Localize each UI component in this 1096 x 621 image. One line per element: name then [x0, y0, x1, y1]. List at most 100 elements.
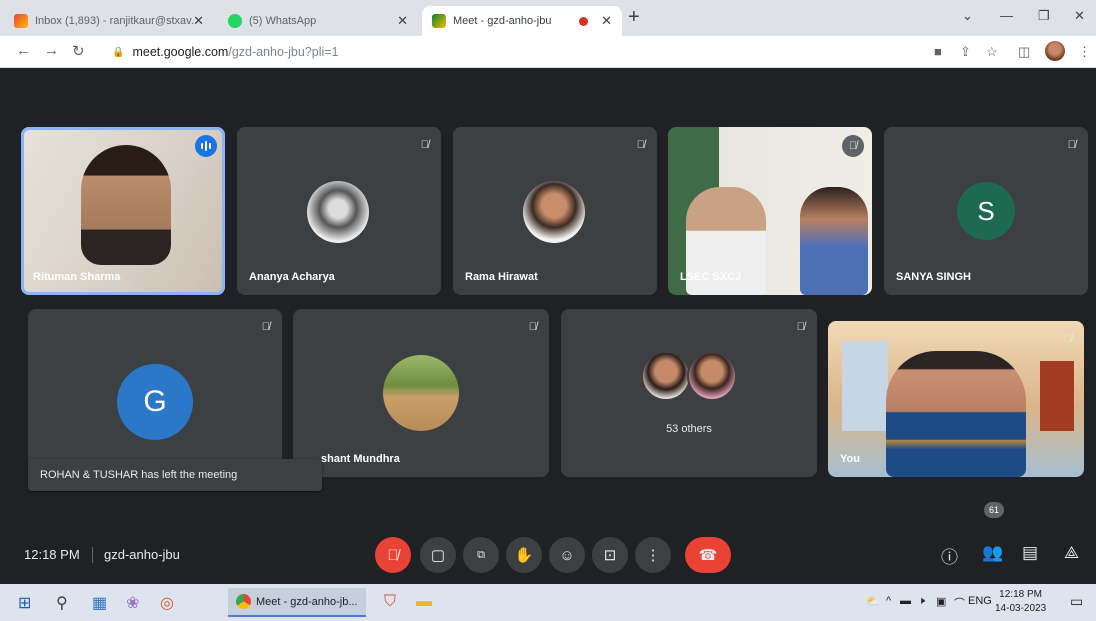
menu-icon[interactable]: ⋮ — [1078, 44, 1091, 60]
search-icon[interactable]: ⚲ — [56, 593, 68, 613]
browser-toolbar: ← → ↻ 🔒 meet.google.com /gzd-anho-jbu?pl… — [0, 36, 1096, 68]
close-icon[interactable]: ✕ — [397, 13, 408, 29]
mic-off-icon: 🎙̸ — [1063, 333, 1072, 345]
chevron-down-icon[interactable]: ⌄ — [962, 8, 973, 24]
windows-start-icon[interactable]: ⊞ — [18, 593, 31, 613]
taskbar-chrome-task[interactable]: Meet - gzd-anho-jb... — [228, 588, 366, 617]
address-bar[interactable]: 🔒 meet.google.com /gzd-anho-jbu?pli=1 — [112, 41, 922, 63]
side-panel-icon[interactable]: ◫ — [1018, 44, 1030, 60]
windows-taskbar: ⊞ ⚲ ▦ ❀ ◎ Meet - gzd-anho-jb... ⛉ ▬ ⛅ ^ … — [0, 584, 1096, 621]
brave-icon[interactable]: ⛉ — [384, 593, 396, 611]
meeting-time: 12:18 PM — [24, 547, 80, 562]
speaking-indicator-icon — [195, 135, 217, 157]
close-icon[interactable]: ✕ — [193, 13, 204, 29]
back-button[interactable]: ← — [16, 42, 31, 59]
minimize-button[interactable]: — — [1000, 8, 1013, 23]
self-view-tile[interactable]: 🎙̸ You — [828, 321, 1084, 477]
activities-icon[interactable]: ⟁ — [1064, 543, 1079, 563]
monitor-icon[interactable]: ▣ — [936, 595, 946, 608]
participant-tile[interactable]: G 🎙̸ — [28, 309, 282, 477]
info-icon[interactable]: ⓘ — [941, 543, 958, 568]
present-button[interactable]: ⊡ — [592, 537, 628, 573]
notifications-icon[interactable]: ▭ — [1070, 593, 1083, 610]
self-name-label: You — [840, 453, 860, 465]
app-icon[interactable]: ❀ — [126, 593, 139, 613]
people-icon[interactable]: 👥 — [982, 543, 1003, 563]
avatar: S — [957, 182, 1015, 240]
taskbar-task-label: Meet - gzd-anho-jb... — [256, 595, 358, 608]
window-in-video — [842, 341, 888, 431]
tab-gmail[interactable]: Inbox (1,893) - ranjitkaur@stxav... ✕ — [4, 6, 214, 36]
reactions-button[interactable]: ☺ — [549, 537, 585, 573]
participant-tile[interactable]: 🎙̸ LSEC SXCJ — [668, 127, 872, 295]
app-icon[interactable]: ◎ — [160, 593, 174, 613]
mic-off-icon: 🎙̸ — [261, 321, 270, 333]
raise-hand-button[interactable]: ✋ — [506, 537, 542, 573]
curtain-in-video — [1040, 361, 1074, 431]
tab-whatsapp-title: (5) WhatsApp — [249, 15, 317, 27]
more-vert-icon: ⋮ — [645, 547, 661, 564]
captions-icon: ⧉ — [477, 548, 485, 561]
screen: Inbox (1,893) - ranjitkaur@stxav... ✕ (5… — [0, 0, 1096, 621]
profile-avatar[interactable] — [1045, 41, 1065, 61]
camera-icon: ▢ — [430, 547, 446, 564]
avatar: G — [117, 364, 193, 440]
participant-video — [886, 351, 1026, 477]
calculator-icon[interactable]: ▦ — [92, 593, 107, 613]
participant-count-badge: 61 — [984, 502, 1004, 518]
participant-name: SANYA SINGH — [896, 271, 971, 283]
participant-tile[interactable]: Rituman Sharma — [21, 127, 225, 295]
avatar — [523, 181, 585, 243]
more-options-button[interactable]: ⋮ — [635, 537, 671, 573]
camera-toggle-button[interactable]: ▢ — [420, 537, 456, 573]
system-date: 14-03-2023 — [995, 603, 1047, 614]
mic-toggle-button[interactable]: 🎙̸ — [375, 537, 411, 573]
participant-tile[interactable]: 🎙̸ Ananya Acharya — [237, 127, 441, 295]
others-count-label: 53 others — [666, 423, 712, 435]
system-clock[interactable]: 12:18 PM 14-03-2023 — [995, 588, 1046, 616]
close-icon[interactable]: ✕ — [601, 13, 612, 29]
participant-name: Ananya Acharya — [249, 271, 335, 283]
volume-mute-icon[interactable]: 🕨 — [918, 595, 925, 608]
forward-button[interactable]: → — [44, 42, 59, 59]
file-explorer-icon[interactable]: ▬ — [416, 593, 432, 611]
avatar-initial: G — [143, 385, 167, 418]
mic-off-icon: 🎙̸ — [796, 321, 805, 333]
notification-toast: ROHAN & TUSHAR has left the meeting — [28, 459, 322, 491]
tab-whatsapp[interactable]: (5) WhatsApp ✕ — [218, 6, 418, 36]
chat-icon[interactable]: ▤ — [1022, 543, 1038, 563]
weather-icon[interactable]: ⛅ — [866, 595, 880, 608]
wifi-icon[interactable]: ⌒ — [954, 595, 965, 611]
battery-icon[interactable]: ▬ — [900, 595, 911, 607]
participant-tile[interactable]: 🎙̸ shant Mundhra — [293, 309, 549, 477]
mic-off-icon: 🎙̸ — [420, 139, 429, 151]
chevron-up-icon[interactable]: ^ — [886, 595, 891, 607]
new-tab-button[interactable]: + — [628, 6, 640, 29]
hand-icon: ✋ — [514, 547, 534, 564]
tab-meet[interactable]: Meet - gzd-anho-jbu ✕ — [422, 6, 622, 36]
hang-up-icon: ☎ — [698, 547, 718, 564]
emoji-icon: ☺ — [559, 546, 575, 564]
avatar — [687, 351, 737, 401]
participant-name: Rituman Sharma — [33, 271, 121, 283]
participant-tile[interactable]: S 🎙̸ SANYA SINGH — [884, 127, 1088, 295]
participant-tile[interactable]: 🎙̸ Rama Hirawat — [453, 127, 657, 295]
leave-call-button[interactable]: ☎ — [685, 537, 731, 573]
share-icon[interactable]: ⇪ — [960, 44, 971, 60]
close-window-button[interactable]: ✕ — [1074, 8, 1085, 24]
meet-icon — [432, 14, 446, 28]
camera-icon[interactable]: ■ — [934, 44, 942, 59]
mic-off-icon: 🎙̸ — [842, 135, 864, 157]
participant-tile-others[interactable]: 🎙̸ 53 others — [561, 309, 817, 477]
divider — [92, 547, 93, 563]
captions-button[interactable]: ⧉ — [463, 537, 499, 573]
toast-text: ROHAN & TUSHAR has left the meeting — [40, 469, 238, 481]
participant-name: shant Mundhra — [321, 453, 400, 465]
participant-name: Rama Hirawat — [465, 271, 538, 283]
meet-stage: Rituman Sharma 🎙̸ Ananya Acharya 🎙̸ Rama… — [0, 69, 1096, 584]
reload-button[interactable]: ↻ — [72, 42, 85, 60]
language-indicator[interactable]: ENG — [968, 595, 992, 607]
mic-off-icon: 🎙̸ — [1067, 139, 1076, 151]
star-icon[interactable]: ☆ — [986, 44, 998, 60]
restore-button[interactable]: ❐ — [1038, 8, 1050, 24]
